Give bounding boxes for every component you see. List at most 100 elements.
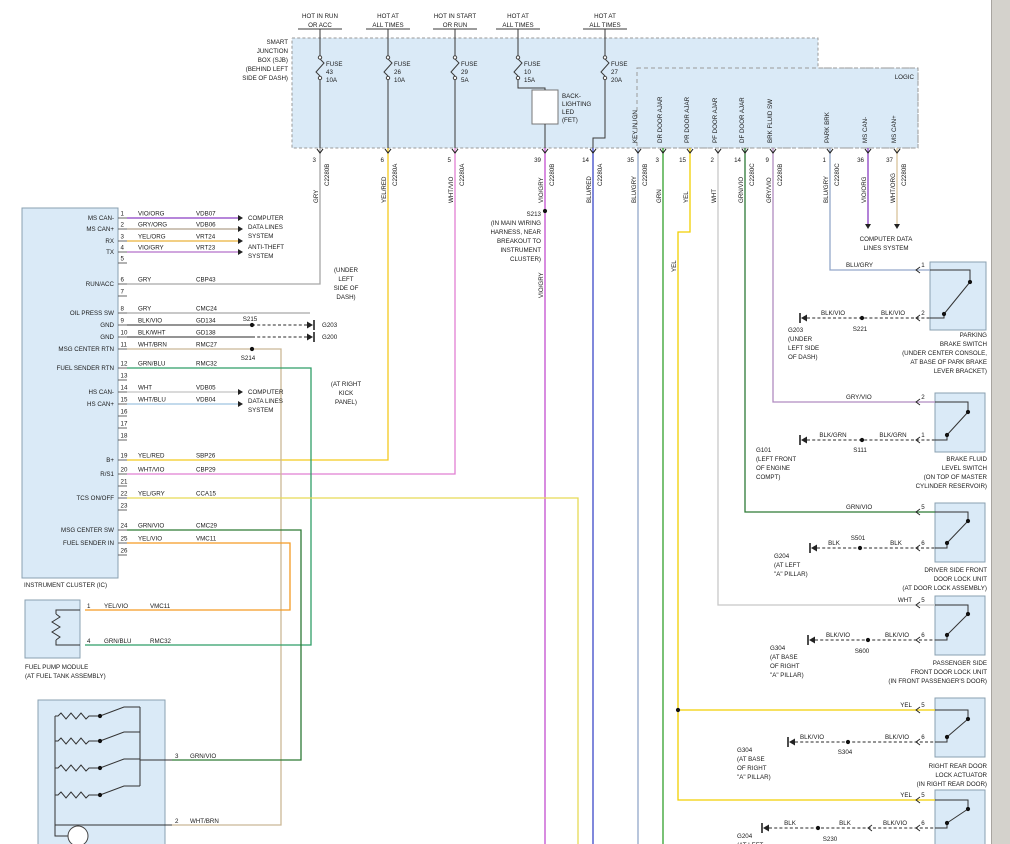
label: BLK xyxy=(828,540,841,547)
terminal-icon xyxy=(516,56,519,59)
wire-wht xyxy=(718,148,935,605)
splice-dot-icon xyxy=(966,519,970,523)
scrollbar[interactable] xyxy=(991,0,1010,844)
supply-label: HOT IN RUNOR ACC xyxy=(302,13,338,29)
ground-g204-rear-arrow-icon xyxy=(763,825,769,832)
connector-name: C2280C xyxy=(834,163,841,186)
ground-g304-arrow-icon xyxy=(809,637,815,644)
terminal-icon xyxy=(453,56,456,59)
connector-pin-number: 1 xyxy=(823,157,827,164)
ic-wire-color: BLK/VIO xyxy=(138,318,162,325)
ic-wire-color: GRY xyxy=(138,277,151,284)
splice-dot-icon xyxy=(98,766,102,770)
ic-circuit-code: VMC11 xyxy=(196,536,217,543)
splice-dot-icon xyxy=(98,739,102,743)
label: 5 xyxy=(921,792,925,799)
label: BLK/VIO xyxy=(885,734,909,741)
logic-signal-label: DF DOOR AJAR xyxy=(739,97,746,143)
logic-signal-label: PARK BRK xyxy=(824,111,831,143)
ic-signal-label: MS CAN+ xyxy=(86,226,114,233)
wire-color-label: WHT xyxy=(711,189,718,203)
ic-signal-label: GND xyxy=(100,322,114,329)
label: 4 xyxy=(87,638,91,645)
splice-dot-icon xyxy=(816,826,820,830)
wiring-diagram: HOT IN RUNOR ACC HOT ATALL TIMES HOT IN ST… xyxy=(0,0,1010,844)
ground-g101-arrow-icon xyxy=(801,437,807,444)
label: (UNDERLEFTSIDE OFDASH) xyxy=(334,267,359,301)
wire-color-label: BLU/GRY xyxy=(823,176,830,203)
ground-g203-arrow-icon xyxy=(801,315,807,322)
label: G203(UNDERLEFT SIDEOF DASH) xyxy=(788,327,819,361)
terminal-icon xyxy=(318,76,321,79)
connector-name: C2280C xyxy=(749,163,756,186)
ic-wire-color: GRY/ORG xyxy=(138,222,167,229)
label: (AT RIGHTKICKPANEL) xyxy=(331,381,362,406)
ic-circuit-code: VRT23 xyxy=(196,245,216,252)
label: BLK/VIO xyxy=(881,310,905,317)
label: S600 xyxy=(855,648,870,655)
ic-pin-number: 25 xyxy=(121,536,128,543)
ic-pin-number: 6 xyxy=(121,277,125,284)
ic-wire-color: WHT xyxy=(138,385,152,392)
wire-color-label: YEL/RED xyxy=(381,176,388,203)
ic-signal-label: TX xyxy=(106,249,114,256)
ic-circuit-code: GD134 xyxy=(196,318,216,325)
splice-dot-icon xyxy=(945,633,949,637)
terminal-icon xyxy=(68,826,88,844)
wire-color-label: VIO/GRY xyxy=(538,177,545,203)
wire-color-label: WHT/ORG xyxy=(890,173,897,203)
ground-g203-ic-arrow-icon xyxy=(307,322,313,329)
connector-pin-number: 14 xyxy=(734,157,741,164)
ic-signal-label: FUEL SENDER RTN xyxy=(57,365,114,372)
label: VIO/GRY xyxy=(538,272,545,298)
label: 2 xyxy=(175,818,179,825)
splice-dot-icon xyxy=(966,717,970,721)
wire-wht-vio xyxy=(127,148,455,474)
ic-pin-number: 3 xyxy=(121,234,125,241)
connector-pin-number: 9 xyxy=(766,157,770,164)
label: (AT FUEL TANK ASSEMBLY) xyxy=(25,673,106,680)
ic-circuit-code: RMC32 xyxy=(196,361,218,368)
sjb-label: SMARTJUNCTIONBOX (SJB)(BEHIND LEFTSIDE O… xyxy=(242,39,288,82)
label: WHT/BRN xyxy=(190,818,219,825)
label: 1 xyxy=(921,262,925,269)
supply-label: HOT ATALL TIMES xyxy=(502,13,533,29)
ic-wire-color: VIO/ORG xyxy=(138,211,165,218)
wire-color-label: GRY/VIO xyxy=(766,177,773,203)
ic-circuit-code: CBP43 xyxy=(196,277,216,284)
logic-signal-label: MS CAN+ xyxy=(891,115,898,143)
connector-name: C2280B xyxy=(777,164,784,186)
ic-wire-color: YEL/RED xyxy=(138,453,165,460)
splice-dot-icon xyxy=(945,821,949,825)
ic-signal-label: HS CAN- xyxy=(89,389,114,396)
ic-signal-label: RX xyxy=(105,238,114,245)
message-center-switch-box xyxy=(38,700,165,844)
terminal-icon xyxy=(603,76,606,79)
supply-label: HOT IN STARTOR RUN xyxy=(434,13,477,29)
arrowhead-icon xyxy=(865,224,871,229)
splice-dot-icon xyxy=(860,438,864,442)
connector-pin-number: 15 xyxy=(679,157,686,164)
arrowhead-icon xyxy=(238,389,243,395)
ic-signal-label: TCS ON/OFF xyxy=(77,495,115,502)
ic-pin-number: 14 xyxy=(121,385,128,392)
passenger-door-lock-label: PASSENGER SIDEFRONT DOOR LOCK UNIT(IN FR… xyxy=(888,660,987,685)
splice-dot-icon xyxy=(858,546,862,550)
label: WHT xyxy=(898,597,912,604)
label: S230 xyxy=(823,836,838,843)
ic-pin-number: 10 xyxy=(121,330,128,337)
diagram-page: HOT IN RUNOR ACC HOT ATALL TIMES HOT IN ST… xyxy=(0,0,1010,844)
label: YEL xyxy=(671,260,678,272)
label: 3 xyxy=(175,753,179,760)
label: BLU/GRY xyxy=(846,262,873,269)
connector-name: C2280B xyxy=(901,164,908,186)
ic-circuit-code: VDB04 xyxy=(196,397,216,404)
label: G203 xyxy=(322,322,338,329)
ic-wire-color: WHT/BRN xyxy=(138,342,167,349)
label: BLK/VIO xyxy=(800,734,824,741)
label: G200 xyxy=(322,334,338,341)
label: S111 xyxy=(853,447,867,454)
arrowhead-icon xyxy=(238,238,243,244)
terminal-icon xyxy=(516,76,519,79)
connector-pin-number: 35 xyxy=(627,157,634,164)
